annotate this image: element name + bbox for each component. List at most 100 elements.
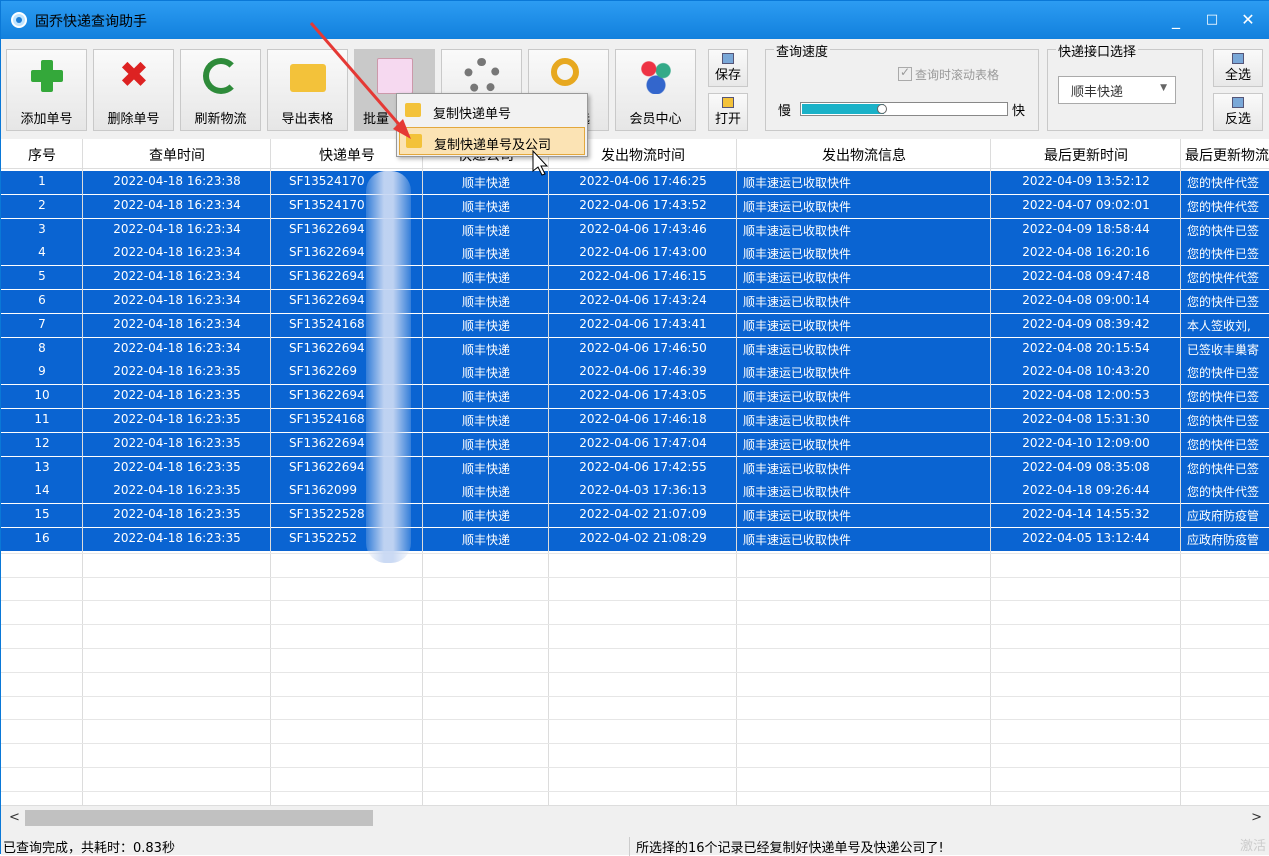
table-row[interactable]: 9 2022-04-18 16:23:35 SF1362269 顺丰快递 2022-04…	[1, 361, 1269, 385]
scroll-table-checkbox[interactable]: 查询时滚动表格	[898, 65, 999, 83]
table-cell: 2022-04-08 09:00:14	[1022, 293, 1150, 307]
table-row[interactable]: 11 2022-04-18 16:23:35 SF13524168 顺丰快递 2022-…	[1, 409, 1269, 432]
column-header-1[interactable]: 查单时间	[83, 145, 271, 165]
maximize-button[interactable]: □	[1197, 7, 1227, 33]
open-button[interactable]: 打开	[708, 93, 748, 131]
row-divider	[1, 719, 1269, 721]
speed-slider[interactable]	[800, 102, 1008, 116]
table-cell: 顺丰速运已收取快件	[743, 223, 852, 238]
table-cell: 3	[38, 221, 46, 236]
delete-number-button[interactable]: ✖ 删除单号	[93, 49, 174, 131]
table-cell: 2022-04-09 13:52:12	[1022, 174, 1150, 188]
open-label: 打开	[714, 112, 741, 127]
table-cell: 2022-04-18 16:23:34	[113, 340, 241, 355]
table-cell: 您的快件已签	[1187, 461, 1260, 476]
table-cell: 2022-04-18 16:23:34	[113, 269, 241, 284]
speed-slider-thumb[interactable]	[877, 104, 888, 114]
results-table[interactable]: 序号查单时间快递单号快递公司发出物流时间发出物流信息最后更新时间最后更新物流 1…	[1, 139, 1269, 805]
table-row[interactable]: 4 2022-04-18 16:23:34 SF13622694 顺丰快递 2022-0…	[1, 242, 1269, 266]
table-cell: 顺丰速运已收取快件	[743, 366, 852, 381]
table-cell: 2022-04-18 16:23:34	[113, 316, 241, 331]
fast-label: 快	[1012, 104, 1026, 119]
activate-watermark: 激活	[1239, 839, 1266, 854]
table-cell: 顺丰速运已收取快件	[743, 533, 852, 547]
table-cell: 2022-04-14 14:55:32	[1022, 507, 1150, 522]
table-cell: 顺丰快递	[461, 414, 510, 428]
menu-item-copy-number[interactable]: 复制快递单号	[399, 97, 585, 125]
table-cell: 2022-04-08 10:43:20	[1022, 364, 1150, 379]
table-row[interactable]: 16 2022-04-18 16:23:35 SF1352252 顺丰快递 2022-0…	[1, 528, 1269, 551]
column-header-7[interactable]: 最后更新物流	[1181, 145, 1269, 165]
select-all-label: 全选	[1224, 68, 1251, 83]
open-icon	[722, 97, 734, 108]
save-button[interactable]: 保存	[708, 49, 748, 87]
table-row[interactable]: 3 2022-04-18 16:23:34 SF13622694 顺丰快递 2022-0…	[1, 218, 1269, 242]
title-bar[interactable]: 固乔快递查询助手 _ □ ✕	[1, 1, 1269, 39]
table-cell: 您的快件已签	[1187, 223, 1260, 238]
redaction-blur	[366, 171, 411, 563]
scroll-left-arrow-icon[interactable]: <	[9, 810, 20, 825]
table-cell: 您的快件已签	[1187, 414, 1260, 428]
column-header-5[interactable]: 发出物流信息	[737, 145, 991, 165]
table-cell: 2	[38, 197, 46, 212]
table-cell: 7	[38, 316, 46, 331]
scroll-right-arrow-icon[interactable]: >	[1251, 810, 1262, 825]
table-row[interactable]: 5 2022-04-18 16:23:34 SF13622694 顺丰快递 2022-0…	[1, 266, 1269, 290]
table-row[interactable]: 14 2022-04-18 16:23:35 SF1362099 顺丰快递 2022-0…	[1, 480, 1269, 504]
column-header-6[interactable]: 最后更新时间	[991, 145, 1181, 165]
table-cell: 2022-04-06 17:43:00	[579, 245, 707, 260]
export-table-button[interactable]: 导出表格	[267, 49, 348, 131]
api-select-title: 快递接口选择	[1056, 41, 1139, 60]
table-cell: 11	[34, 412, 50, 426]
table-row[interactable]: 12 2022-04-18 16:23:35 SF13622694 顺丰快递 2022-…	[1, 432, 1269, 456]
table-cell: 顺丰速运已收取快件	[743, 295, 852, 309]
table-row[interactable]: 13 2022-04-18 16:23:35 SF13622694 顺丰快递 2022-…	[1, 456, 1269, 480]
table-row[interactable]: 8 2022-04-18 16:23:34 SF13622694 顺丰快递 2022-0…	[1, 337, 1269, 361]
horizontal-scrollbar[interactable]: < >	[1, 805, 1269, 829]
table-row[interactable]: 7 2022-04-18 16:23:34 SF13524168 顺丰快递 2022-0…	[1, 313, 1269, 337]
add-number-button[interactable]: 添加单号	[6, 49, 87, 131]
row-divider	[1, 671, 1269, 673]
table-row[interactable]: 15 2022-04-18 16:23:35 SF13522528 顺丰快递 2022-…	[1, 504, 1269, 528]
table-cell: 顺丰速运已收取快件	[743, 199, 852, 214]
column-header-0[interactable]: 序号	[1, 145, 83, 165]
table-cell: 顺丰速运已收取快件	[743, 247, 852, 262]
row-divider	[1, 576, 1269, 578]
table-cell: 应政府防疫管	[1187, 509, 1260, 524]
refresh-icon	[203, 58, 239, 94]
select-all-icon	[1232, 53, 1244, 64]
table-cell: 15	[34, 507, 50, 522]
close-button[interactable]: ✕	[1233, 7, 1263, 33]
table-cell: 10	[34, 388, 50, 403]
window-title: 固乔快递查询助手	[35, 14, 147, 30]
table-row[interactable]: 6 2022-04-18 16:23:34 SF13622694 顺丰快递 2022-0…	[1, 290, 1269, 313]
menu-item-copy-number-company[interactable]: 复制快递单号及公司	[399, 127, 585, 155]
table-cell: 您的快件已签	[1187, 437, 1260, 452]
courier-api-select[interactable]: 顺丰快递 ▼	[1058, 76, 1176, 104]
table-cell: 顺丰快递	[461, 533, 510, 547]
table-row[interactable]: 2 2022-04-18 16:23:34 SF13524170 顺丰快递 2022-0…	[1, 194, 1269, 218]
refresh-logistics-button[interactable]: 刷新物流	[180, 49, 261, 131]
scrollbar-thumb[interactable]	[25, 810, 373, 826]
table-cell: 9	[38, 364, 46, 379]
invert-selection-icon	[1232, 97, 1244, 108]
table-row[interactable]: 1 2022-04-18 16:23:38 SF13524170 顺丰快递 2022-0…	[1, 171, 1269, 194]
table-cell: 8	[38, 340, 46, 355]
table-cell: 本人签收刘,	[1187, 318, 1251, 333]
api-select-group: 快递接口选择 顺丰快递 ▼	[1047, 41, 1203, 131]
table-cell: 2022-04-06 17:46:15	[579, 269, 707, 284]
table-cell: 2022-04-18 16:23:35	[113, 507, 241, 522]
table-row[interactable]: 10 2022-04-18 16:23:35 SF13622694 顺丰快递 2022-…	[1, 385, 1269, 409]
table-cell: 顺丰速运已收取快件	[743, 509, 852, 524]
table-header: 序号查单时间快递单号快递公司发出物流时间发出物流信息最后更新时间最后更新物流	[1, 139, 1269, 169]
table-cell: 顺丰速运已收取快件	[743, 461, 852, 476]
select-all-button[interactable]: 全选	[1213, 49, 1263, 87]
app-window: 固乔快递查询助手 _ □ ✕ 添加单号 ✖ 删除单号 刷新物流 导出表格 批量	[0, 0, 1269, 856]
member-center-button[interactable]: 会员中心	[615, 49, 696, 131]
minimize-button[interactable]: _	[1161, 7, 1191, 33]
invert-selection-button[interactable]: 反选	[1213, 93, 1263, 131]
table-cell: 2022-04-18 16:23:34	[113, 197, 241, 212]
app-logo-icon	[11, 12, 27, 28]
table-cell: 您的快件代签	[1187, 485, 1260, 500]
table-cell: 2022-04-18 16:23:38	[113, 174, 241, 188]
